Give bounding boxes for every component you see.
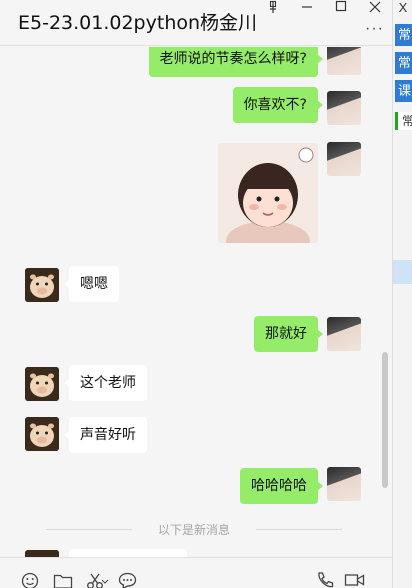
- chat-panel: E5-23.01.02python杨金川 ··· 老师说的节奏怎么样呀? 你喜欢…: [0, 0, 392, 588]
- emoji-icon[interactable]: [21, 572, 39, 588]
- avatar-self[interactable]: [327, 142, 361, 176]
- chat-title: E5-23.01.02python杨金川: [18, 12, 258, 34]
- close-icon[interactable]: [368, 0, 382, 14]
- message-list[interactable]: 老师说的节奏怎么样呀? 你喜欢不? 嗯嗯 那就好 这个老师 声音好听 哈哈哈哈 …: [0, 47, 392, 557]
- message-outgoing[interactable]: 老师说的节奏怎么样呀?: [148, 47, 324, 77]
- title-bar: E5-23.01.02python杨金川 ···: [0, 0, 392, 46]
- message-incoming[interactable]: 声音好听: [64, 417, 147, 453]
- scrollbar-thumb[interactable]: [382, 352, 388, 488]
- video-icon[interactable]: [344, 572, 365, 588]
- avatar-self[interactable]: [327, 47, 361, 75]
- avatar-contact[interactable]: [25, 417, 59, 451]
- avatar-contact[interactable]: [25, 367, 59, 401]
- folder-icon[interactable]: [53, 572, 73, 588]
- wechat-window: E5-23.01.02python杨金川 ··· 老师说的节奏怎么样呀? 你喜欢…: [0, 0, 412, 588]
- avatar-self[interactable]: [327, 467, 361, 501]
- message-outgoing[interactable]: 你喜欢不?: [232, 87, 324, 123]
- chevron-down-icon[interactable]: [101, 578, 109, 586]
- sticker-image[interactable]: [218, 143, 318, 243]
- side-close-button[interactable]: X: [393, 0, 412, 16]
- side-list-item[interactable]: 常: [395, 112, 412, 130]
- avatar-contact[interactable]: [25, 550, 59, 557]
- side-tab[interactable]: 常: [395, 24, 412, 46]
- message-incoming[interactable]: 嗯嗯: [64, 266, 119, 302]
- avatar-contact[interactable]: [25, 268, 59, 302]
- more-options-button[interactable]: ···: [365, 20, 384, 38]
- message-incoming[interactable]: 这个老师: [64, 365, 147, 401]
- new-messages-divider: 以下是新消息: [46, 521, 342, 537]
- side-panel: X 常 常 课 常: [392, 0, 412, 588]
- minimize-icon[interactable]: [300, 0, 314, 14]
- maximize-icon[interactable]: [334, 0, 348, 14]
- pin-icon[interactable]: [266, 0, 280, 14]
- phone-icon[interactable]: [316, 571, 334, 588]
- side-tab[interactable]: 常: [395, 52, 412, 74]
- message-outgoing[interactable]: 那就好: [254, 316, 323, 352]
- chat-bubble-icon[interactable]: [118, 572, 137, 588]
- avatar-self[interactable]: [327, 317, 361, 351]
- message-outgoing[interactable]: 哈哈哈哈: [240, 468, 323, 504]
- avatar-self[interactable]: [327, 91, 361, 125]
- input-toolbar: [0, 557, 392, 588]
- message-incoming-partial[interactable]: [69, 549, 187, 557]
- side-highlight[interactable]: [393, 260, 412, 284]
- side-tab[interactable]: 课: [395, 80, 412, 102]
